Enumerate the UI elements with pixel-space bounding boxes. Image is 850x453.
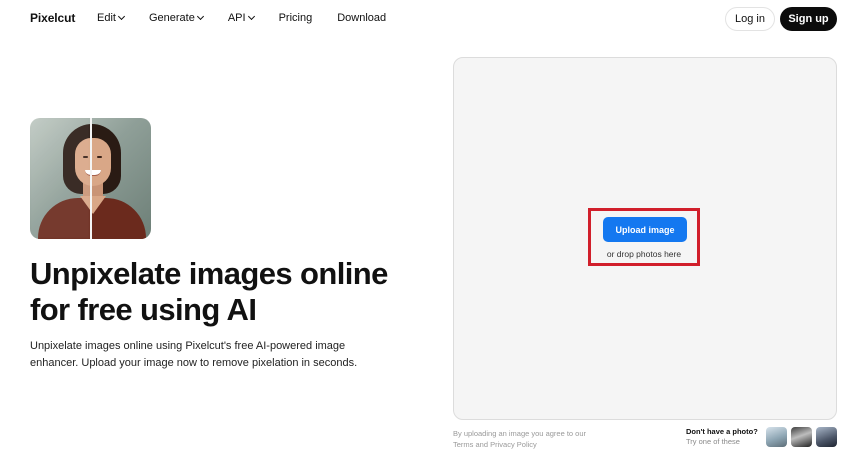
terms-link[interactable]: Terms bbox=[453, 440, 473, 449]
pixelcut-logo[interactable]: Pixelcut bbox=[30, 11, 75, 25]
chevron-down-icon bbox=[247, 12, 255, 21]
portrait-eye-right bbox=[97, 156, 102, 158]
nav-api-label: API bbox=[227, 12, 246, 24]
nav-links: Edit Generate API Pricing Download bbox=[97, 12, 411, 24]
sample-photos-prompt: Don't have a photo? Try one of these bbox=[686, 427, 766, 447]
sample-photo-thumbnail[interactable] bbox=[816, 427, 837, 447]
chevron-down-icon bbox=[196, 12, 204, 21]
before-after-divider bbox=[90, 118, 92, 239]
nav-edit-label: Edit bbox=[97, 12, 116, 24]
privacy-policy-link[interactable]: Privacy Policy bbox=[490, 440, 537, 449]
chevron-down-icon bbox=[117, 12, 126, 21]
drop-photos-hint: or drop photos here bbox=[606, 249, 682, 259]
page-title: Unpixelate images online for free using … bbox=[30, 256, 388, 327]
sample-photo-thumbnail[interactable] bbox=[791, 427, 812, 447]
sample-prompt-subtitle: Try one of these bbox=[686, 437, 740, 446]
nav-pricing[interactable]: Pricing bbox=[279, 12, 313, 24]
upload-image-button[interactable]: Upload image bbox=[603, 217, 687, 242]
terms-and: and bbox=[473, 440, 491, 449]
nav-download-label: Download bbox=[337, 12, 387, 24]
signup-button[interactable]: Sign up bbox=[780, 7, 837, 31]
top-nav: Pixelcut Edit Generate API Pricing Downl… bbox=[0, 0, 850, 40]
hero-before-after-image bbox=[30, 118, 151, 239]
nav-generate[interactable]: Generate bbox=[148, 12, 204, 24]
nav-download[interactable]: Download bbox=[337, 12, 386, 24]
nav-edit[interactable]: Edit bbox=[97, 12, 126, 24]
sample-prompt-title: Don't have a photo? bbox=[686, 427, 758, 436]
login-button[interactable]: Log in bbox=[725, 7, 775, 31]
nav-generate-label: Generate bbox=[148, 12, 195, 24]
sample-photo-thumbnail[interactable] bbox=[766, 427, 787, 447]
terms-prefix: By uploading an image you agree to our bbox=[453, 429, 587, 438]
hero-description: Unpixelate images online using Pixelcut'… bbox=[30, 340, 358, 369]
nav-api[interactable]: API bbox=[227, 12, 255, 24]
pixelated-half-overlay bbox=[30, 118, 90, 239]
upload-terms-notice: By uploading an image you agree to our T… bbox=[453, 428, 603, 450]
nav-pricing-label: Pricing bbox=[278, 12, 313, 24]
